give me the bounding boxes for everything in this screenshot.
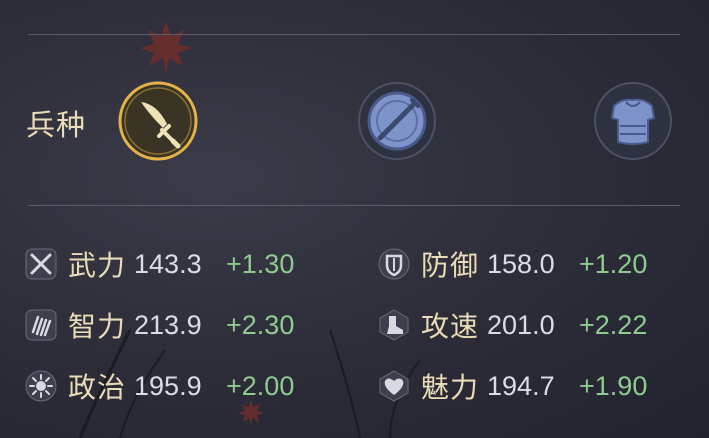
- armor-icon: [594, 82, 672, 160]
- stat-zhengzhi: 政治 195.9 +2.00: [24, 366, 294, 406]
- stat-zhili: 智力 213.9 +2.30: [24, 305, 294, 345]
- stat-value: 213.9: [134, 309, 202, 340]
- stat-label: 政治: [68, 371, 127, 404]
- stat-gongsu: 攻速 201.0 +2.22: [377, 305, 647, 345]
- top-divider: [28, 34, 680, 35]
- troop-type-sword[interactable]: [117, 80, 199, 162]
- stat-label: 防御: [421, 249, 480, 282]
- stat-fangyu: 防御 158.0 +1.20: [377, 244, 647, 284]
- troop-type-shield[interactable]: [356, 80, 438, 162]
- stat-bonus: +1.30: [226, 248, 295, 279]
- stat-bonus: +2.22: [579, 309, 648, 340]
- stat-label: 智力: [68, 310, 127, 343]
- sun-icon: [24, 369, 58, 403]
- maple-leaf-decoration: [140, 22, 192, 74]
- stat-meili: 魅力 194.7 +1.90: [377, 366, 647, 406]
- boot-icon: [377, 308, 411, 342]
- stat-bonus: +2.30: [226, 309, 295, 340]
- stat-label: 武力: [68, 249, 127, 282]
- sword-icon: [118, 81, 198, 161]
- stat-label: 攻速: [421, 310, 480, 343]
- heart-icon: [377, 369, 411, 403]
- crossed-swords-icon: [24, 247, 58, 281]
- stat-value: 195.9: [134, 370, 202, 401]
- shield-emblem-icon: [377, 247, 411, 281]
- stat-wuli: 武力 143.3 +1.30: [24, 244, 294, 284]
- stat-bonus: +1.90: [579, 370, 648, 401]
- stat-value: 143.3: [134, 248, 202, 279]
- stat-bonus: +2.00: [226, 370, 295, 401]
- troop-type-label: 兵种: [26, 108, 87, 142]
- shield-sword-icon: [358, 82, 436, 160]
- scroll-icon: [24, 308, 58, 342]
- troop-type-armor[interactable]: [592, 80, 674, 162]
- stat-value: 194.7: [487, 370, 555, 401]
- middle-divider: [28, 205, 680, 206]
- stat-label: 魅力: [421, 371, 480, 404]
- stat-bonus: +1.20: [579, 248, 648, 279]
- stat-value: 158.0: [487, 248, 555, 279]
- stat-value: 201.0: [487, 309, 555, 340]
